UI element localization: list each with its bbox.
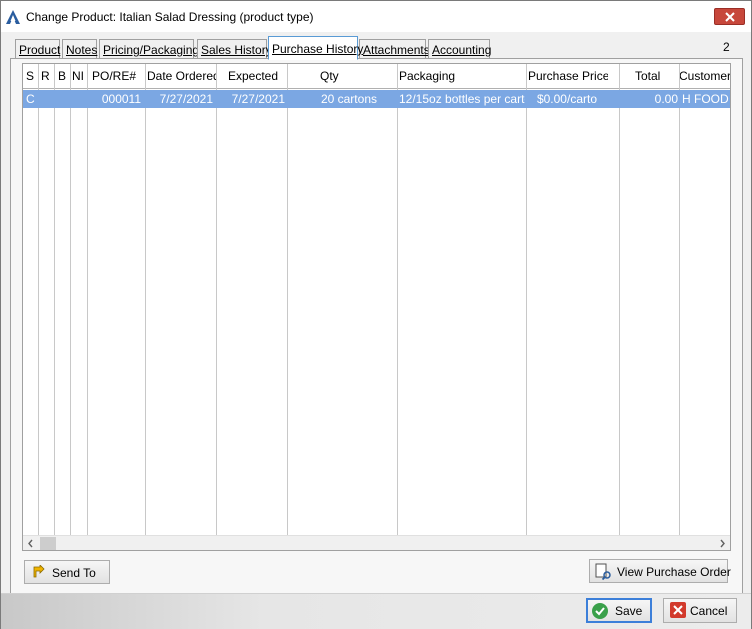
scroll-right-arrow[interactable] (714, 536, 730, 550)
cell-customer: H FOOD C (682, 92, 730, 106)
app-logo-icon (5, 9, 21, 25)
save-button[interactable]: Save (586, 598, 652, 623)
cancel-x-icon (670, 602, 686, 618)
page-number: 2 (723, 40, 730, 54)
cell-date-ordered: 7/27/2021 (159, 92, 213, 106)
column-divider (70, 64, 71, 536)
chevron-right-icon (720, 539, 725, 548)
close-icon (725, 12, 735, 22)
cell-purchase-price: $0.00/carto (536, 92, 597, 106)
column-header-customer[interactable]: Customer (679, 64, 730, 89)
column-header-date-ordered[interactable]: Date Ordered (147, 64, 217, 89)
scroll-left-arrow[interactable] (23, 536, 39, 550)
cell-expected: 7/27/2021 (231, 92, 285, 106)
cell-packaging: 12/15oz bottles per carto (399, 92, 525, 106)
column-divider (145, 64, 146, 536)
tab-accounting[interactable]: Accounting (428, 39, 491, 59)
tab-purchase-history[interactable]: Purchase History (268, 36, 363, 60)
cell-po: 000011 (101, 92, 141, 106)
cancel-button[interactable]: Cancel (663, 598, 737, 623)
column-divider (38, 64, 39, 536)
document-magnifier-icon (595, 563, 611, 581)
column-header-expected[interactable]: Expected (228, 64, 288, 89)
cell-total: 0.00 (654, 92, 678, 106)
column-divider (619, 64, 620, 536)
tab-strip: Product Notes Pricing/Packaging Sales Hi… (1, 32, 751, 61)
tab-product[interactable]: Product (15, 39, 60, 59)
column-divider (397, 64, 398, 536)
dialog-footer: Save Cancel (1, 593, 751, 629)
tab-notes[interactable]: Notes (62, 39, 97, 59)
column-header-r[interactable]: R (41, 64, 53, 89)
table-row[interactable]: C 000011 7/27/2021 7/27/2021 20 cartons … (23, 90, 730, 108)
chevron-left-icon (28, 539, 33, 548)
window-title: Change Product: Italian Salad Dressing (… (26, 10, 314, 24)
cancel-label: Cancel (690, 604, 728, 618)
cell-s: C (26, 92, 35, 106)
view-purchase-order-label: View Purchase Order (617, 565, 731, 579)
tab-attachments[interactable]: Attachments (359, 39, 430, 59)
cell-qty: 20 cartons (320, 92, 377, 106)
column-header-purchase-price[interactable]: Purchase Price (528, 64, 608, 89)
column-header-s[interactable]: S (26, 64, 38, 89)
column-header-b[interactable]: B (58, 64, 70, 89)
horizontal-scrollbar[interactable] (23, 535, 730, 550)
title-bar: Change Product: Italian Salad Dressing (… (1, 1, 751, 32)
column-header-total[interactable]: Total (635, 64, 669, 89)
tab-pricing-packaging[interactable]: Pricing/Packaging (99, 39, 199, 59)
column-header-packaging[interactable]: Packaging (399, 64, 459, 89)
column-divider (216, 64, 217, 536)
cell-b (58, 90, 70, 108)
column-divider (526, 64, 527, 536)
column-header-ni[interactable]: NI (72, 64, 86, 89)
column-divider (87, 64, 88, 536)
scrollbar-thumb[interactable] (40, 537, 56, 550)
view-purchase-order-button[interactable]: View Purchase Order (589, 559, 731, 583)
cell-r (41, 90, 53, 108)
column-divider (679, 64, 680, 536)
tab-sales-history[interactable]: Sales History (197, 39, 272, 59)
cell-ni (72, 90, 86, 108)
close-button[interactable] (714, 8, 745, 25)
column-divider (54, 64, 55, 536)
purchase-history-grid[interactable]: S R B NI PO/RE# Date Ordered Expected Qt… (22, 63, 731, 551)
save-label: Save (615, 604, 643, 618)
send-to-label: Send To (52, 566, 96, 580)
column-header-qty[interactable]: Qty (320, 64, 350, 89)
grid-header: S R B NI PO/RE# Date Ordered Expected Qt… (23, 64, 730, 89)
column-header-po[interactable]: PO/RE# (92, 64, 142, 89)
checkmark-icon (592, 603, 608, 619)
column-divider (287, 64, 288, 536)
change-product-dialog: Change Product: Italian Salad Dressing (… (0, 0, 752, 629)
send-to-button[interactable]: Send To (24, 560, 110, 584)
send-arrow-icon (33, 565, 45, 578)
